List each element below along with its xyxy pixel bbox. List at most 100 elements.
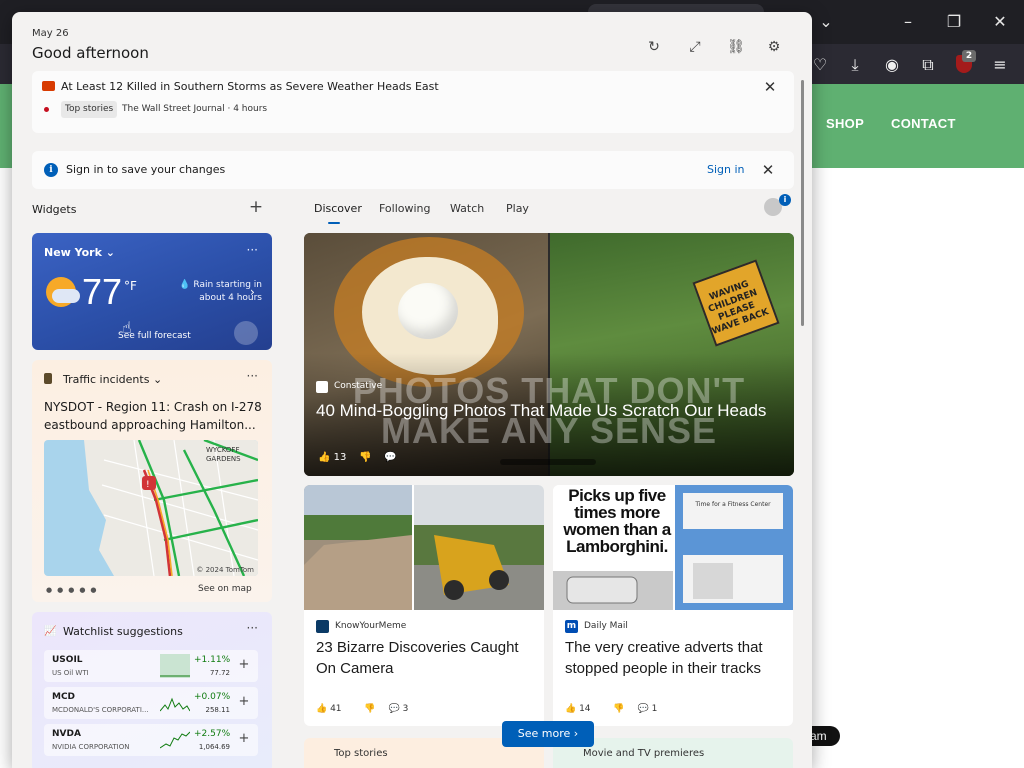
alert-source: The Wall Street Journal · 4 hours xyxy=(122,104,268,114)
card-source[interactable]: KnowYourMeme xyxy=(335,621,406,631)
nav-shop[interactable]: SHOP xyxy=(826,116,864,131)
alert-headline[interactable]: At Least 12 Killed in Southern Storms as… xyxy=(61,80,439,93)
breaking-news-alert[interactable]: At Least 12 Killed in Southern Storms as… xyxy=(32,71,794,133)
chevron-down-icon[interactable]: ⌄ xyxy=(814,12,838,32)
card-photo xyxy=(304,485,544,610)
expand-icon[interactable]: ⤢ xyxy=(684,36,706,58)
card-source[interactable]: Daily Mail xyxy=(584,621,628,631)
chevron-right-icon[interactable]: › xyxy=(250,285,255,299)
panel-greeting: Good afternoon xyxy=(32,44,149,62)
widgets-heading: Widgets xyxy=(32,203,77,216)
traffic-title-label: Traffic incidents xyxy=(63,373,150,386)
add-widget-icon[interactable]: + xyxy=(246,197,266,217)
signin-link[interactable]: Sign in xyxy=(707,163,745,176)
menu-icon[interactable]: ≡ xyxy=(988,54,1012,76)
stock-price: 1,064.69 xyxy=(198,743,230,751)
billboard-text: Time for a Fitness Center xyxy=(695,501,771,508)
close-icon[interactable]: ✕ xyxy=(988,12,1012,32)
stock-row-nvda[interactable]: NVDA NVIDIA CORPORATION +2.57% 1,064.69 … xyxy=(44,724,258,756)
watchlist-widget[interactable]: 📈 Watchlist suggestions ··· USOIL US Oil… xyxy=(32,612,272,768)
tab-following[interactable]: Following xyxy=(379,202,431,215)
traffic-title[interactable]: Traffic incidents ⌄ xyxy=(63,373,162,386)
settings-icon[interactable]: ⚙ xyxy=(763,36,785,58)
news-alert-icon xyxy=(42,81,55,91)
pager-dots[interactable]: ●●●●● xyxy=(46,586,102,594)
alert-tag: Top stories xyxy=(61,101,118,118)
comment-icon[interactable]: 💬 1 xyxy=(638,704,668,714)
hero-source[interactable]: Constative xyxy=(334,381,382,391)
source-logo-icon xyxy=(316,620,329,633)
like-count: 41 xyxy=(330,704,342,714)
traffic-light-icon xyxy=(44,373,52,384)
weather-widget[interactable]: New York ⌄ ··· 77 °F 💧 Rain starting in … xyxy=(32,233,272,350)
stock-row-mcd[interactable]: MCD MCDONALD'S CORPORATI... +0.07% 258.1… xyxy=(44,687,258,719)
add-stock-icon[interactable]: + xyxy=(236,657,252,673)
dislike-icon[interactable]: 👎 xyxy=(613,704,624,714)
egg-yolk xyxy=(398,283,458,339)
card-actions: 👍 14 👎 💬 1 xyxy=(565,704,677,714)
like-count: 13 xyxy=(333,452,347,463)
weather-city[interactable]: New York ⌄ xyxy=(44,246,115,259)
alert-close-icon[interactable]: ✕ xyxy=(760,77,780,97)
signin-message: Sign in to save your changes xyxy=(66,163,226,176)
tab-play[interactable]: Play xyxy=(506,202,529,215)
card-image: Picks up five times more women than a La… xyxy=(553,485,793,610)
more-options-icon[interactable]: ··· xyxy=(247,369,258,383)
article-card-dailymail[interactable]: Picks up five times more women than a La… xyxy=(553,485,793,726)
card-image xyxy=(304,485,544,610)
stock-row-usoil[interactable]: USOIL US Oil WTI +1.11% 77.72 + xyxy=(44,650,258,682)
nav-contact[interactable]: CONTACT xyxy=(891,116,956,131)
card-title[interactable]: The very creative adverts that stopped p… xyxy=(565,637,783,679)
chevron-down-icon: ⌄ xyxy=(152,373,163,386)
hero-article[interactable]: WAVING CHILDREN PLEASE WAVE BACK PHOTOS … xyxy=(304,233,794,476)
share-icon[interactable]: ⛓ xyxy=(725,36,747,58)
comment-icon[interactable]: 💬 3 xyxy=(389,704,419,714)
stock-change: +1.11% xyxy=(194,655,231,665)
traffic-headline[interactable]: NYSDOT - Region 11: Crash on I-278 eastb… xyxy=(44,398,264,434)
svg-text:!: ! xyxy=(146,480,150,490)
hero-actions: 👍 13 👎 💬 xyxy=(318,452,397,463)
signin-close-icon[interactable]: ✕ xyxy=(758,160,778,180)
hero-title[interactable]: 40 Mind-Boggling Photos That Made Us Scr… xyxy=(316,399,782,422)
more-options-icon[interactable]: ··· xyxy=(247,243,258,257)
dislike-icon[interactable]: 👎 xyxy=(364,704,375,714)
add-stock-icon[interactable]: + xyxy=(236,731,252,747)
like-count: 14 xyxy=(579,704,591,714)
more-options-icon[interactable]: ··· xyxy=(247,621,258,635)
comment-icon[interactable]: 💬 xyxy=(384,452,396,463)
restore-icon[interactable]: ❐ xyxy=(942,12,966,32)
see-on-map-link[interactable]: See on map xyxy=(198,584,252,594)
live-dot xyxy=(44,107,49,112)
download-icon[interactable]: ⤓ xyxy=(843,54,867,76)
source-logo-icon: m xyxy=(565,620,578,633)
stock-price: 258.11 xyxy=(205,706,231,714)
like-icon[interactable]: 👍 41 xyxy=(316,704,352,714)
see-more-button[interactable]: See more › xyxy=(502,721,594,747)
map-place-label: WYCKOFF GARDENS xyxy=(206,446,241,463)
card-title[interactable]: 23 Bizarre Discoveries Caught On Camera xyxy=(316,637,534,679)
article-card-knowyourmeme[interactable]: KnowYourMeme 23 Bizarre Discoveries Caug… xyxy=(304,485,544,726)
like-icon[interactable]: 👍 14 xyxy=(565,704,601,714)
tab-discover[interactable]: Discover xyxy=(314,202,362,215)
account-icon[interactable]: ◉ xyxy=(880,54,904,76)
stock-chart-icon: 📈 xyxy=(44,626,57,637)
comment-count: 3 xyxy=(402,704,409,714)
carousel-pager[interactable] xyxy=(500,459,596,465)
like-icon[interactable]: 👍 xyxy=(318,452,330,463)
traffic-widget[interactable]: Traffic incidents ⌄ ··· NYSDOT - Region … xyxy=(32,360,272,602)
tab-watch[interactable]: Watch xyxy=(450,202,484,215)
sparkline-chart xyxy=(160,654,190,678)
stock-name: MCDONALD'S CORPORATI... xyxy=(52,706,149,714)
refresh-icon[interactable]: ↻ xyxy=(643,36,665,58)
panel-scrollbar[interactable] xyxy=(801,80,804,326)
extensions-icon[interactable]: ⧉ xyxy=(916,54,940,76)
weather-city-label: New York xyxy=(44,246,102,259)
comment-count: 1 xyxy=(651,704,658,714)
minimize-icon[interactable]: – xyxy=(896,12,920,32)
traffic-map[interactable]: ! WYCKOFF GARDENS © 2024 TomTom xyxy=(44,440,258,576)
active-tab-indicator xyxy=(328,222,340,224)
add-stock-icon[interactable]: + xyxy=(236,694,252,710)
panel-date: May 26 xyxy=(32,28,69,39)
stock-symbol: MCD xyxy=(52,692,76,702)
dislike-icon[interactable]: 👎 xyxy=(359,452,371,463)
